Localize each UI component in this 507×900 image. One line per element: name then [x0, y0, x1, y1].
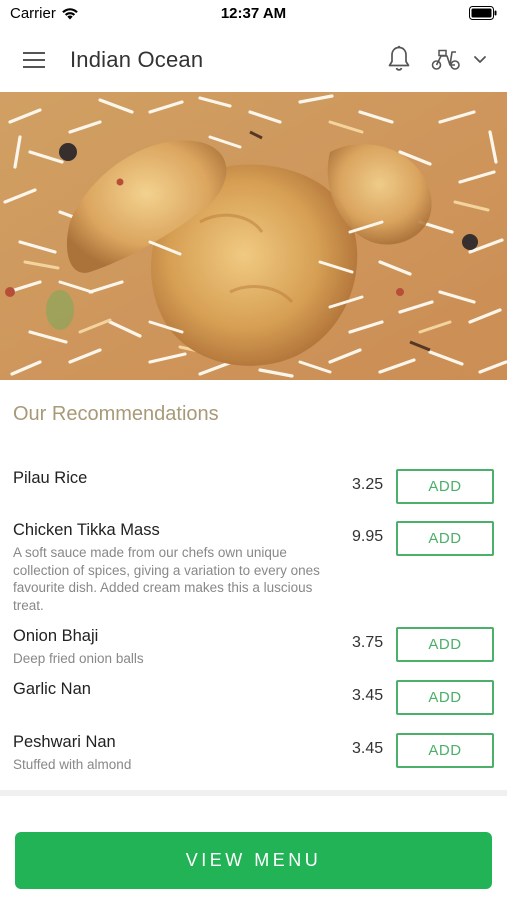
item-name: Pilau Rice [13, 469, 88, 487]
hero-image [0, 92, 507, 380]
item-price: 3.45 [352, 740, 384, 757]
page-title: Indian Ocean [70, 47, 204, 72]
hamburger-icon[interactable] [20, 47, 50, 73]
recommendations-list: Pilau Rice 3.25 ADD Chicken Tikka Mass A… [0, 462, 507, 781]
list-item: Peshwari Nan Stuffed with almond 3.45 AD… [0, 726, 507, 781]
add-button[interactable]: ADD [396, 627, 494, 662]
item-name: Peshwari Nan [13, 733, 116, 751]
item-price: 9.95 [352, 528, 384, 545]
list-item: Onion Bhaji Deep fried onion balls 3.75 … [0, 620, 507, 673]
add-button[interactable]: ADD [396, 680, 494, 715]
item-price: 3.45 [352, 687, 384, 704]
status-bar: Carrier 12:37 AM [0, 0, 507, 28]
bell-icon[interactable] [384, 44, 414, 74]
biryani-photo [0, 92, 507, 380]
section-divider [0, 790, 507, 796]
item-description: Deep fried onion balls [13, 651, 144, 666]
view-menu-button[interactable]: VIEW MENU [15, 832, 492, 889]
item-description: A soft sauce made from our chefs own uni… [13, 545, 320, 613]
item-name: Onion Bhaji [13, 627, 99, 645]
item-name: Chicken Tikka Mass [13, 521, 160, 539]
item-name: Garlic Nan [13, 680, 91, 698]
list-item: Pilau Rice 3.25 ADD [0, 462, 507, 514]
section-title-recommendations: Our Recommendations [13, 403, 219, 425]
item-description: Stuffed with almond [13, 757, 132, 772]
status-time: 12:37 AM [220, 5, 287, 22]
item-price: 3.75 [352, 634, 384, 651]
item-price: 3.25 [352, 476, 384, 493]
add-button[interactable]: ADD [396, 733, 494, 768]
battery-icon [469, 6, 497, 20]
scooter-icon[interactable] [430, 46, 462, 72]
app-header: Indian Ocean [0, 28, 507, 92]
list-item: Garlic Nan 3.45 ADD [0, 673, 507, 726]
add-button[interactable]: ADD [396, 469, 494, 504]
list-item: Chicken Tikka Mass A soft sauce made fro… [0, 514, 507, 620]
add-button[interactable]: ADD [396, 521, 494, 556]
chevron-down-icon[interactable] [472, 52, 488, 66]
